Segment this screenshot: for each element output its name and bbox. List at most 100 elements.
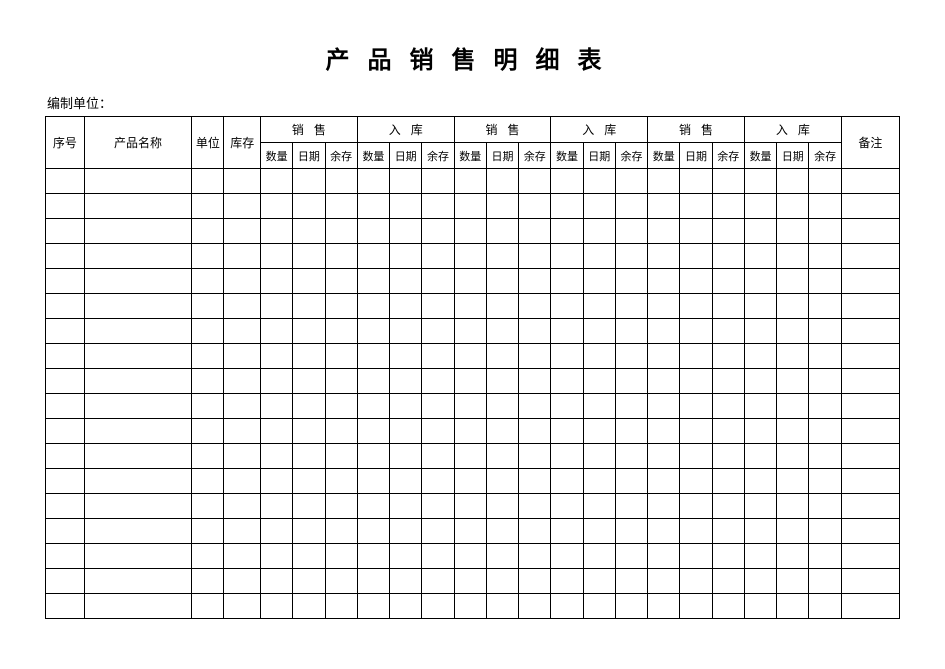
table-cell bbox=[357, 219, 389, 244]
table-cell bbox=[551, 294, 583, 319]
table-cell bbox=[325, 419, 357, 444]
table-cell bbox=[712, 544, 744, 569]
col-remain: 余存 bbox=[712, 143, 744, 169]
table-cell bbox=[777, 394, 809, 419]
table-cell bbox=[680, 569, 712, 594]
col-product-name: 产品名称 bbox=[84, 117, 192, 169]
table-cell bbox=[648, 594, 680, 619]
table-cell bbox=[809, 169, 841, 194]
table-cell bbox=[615, 294, 647, 319]
col-group-inbound-3: 入库 bbox=[744, 117, 841, 143]
table-cell bbox=[454, 494, 486, 519]
table-cell bbox=[192, 419, 224, 444]
table-cell bbox=[325, 494, 357, 519]
table-cell bbox=[46, 169, 85, 194]
table-cell bbox=[841, 194, 899, 219]
table-cell bbox=[841, 544, 899, 569]
table-cell bbox=[744, 194, 776, 219]
table-cell bbox=[46, 369, 85, 394]
table-cell bbox=[551, 219, 583, 244]
table-cell bbox=[84, 494, 192, 519]
table-cell bbox=[357, 244, 389, 269]
table-cell bbox=[224, 594, 261, 619]
table-cell bbox=[680, 394, 712, 419]
table-row bbox=[46, 519, 900, 544]
table-cell bbox=[390, 394, 422, 419]
table-cell bbox=[486, 544, 518, 569]
table-cell bbox=[261, 519, 293, 544]
table-cell bbox=[712, 394, 744, 419]
table-cell bbox=[84, 344, 192, 369]
table-cell bbox=[325, 344, 357, 369]
table-cell bbox=[551, 444, 583, 469]
table-cell bbox=[841, 594, 899, 619]
table-cell bbox=[680, 194, 712, 219]
table-cell bbox=[325, 394, 357, 419]
table-cell bbox=[390, 269, 422, 294]
table-cell bbox=[454, 594, 486, 619]
table-cell bbox=[293, 469, 325, 494]
table-cell bbox=[744, 244, 776, 269]
table-cell bbox=[390, 194, 422, 219]
table-cell bbox=[390, 294, 422, 319]
table-cell bbox=[293, 519, 325, 544]
table-cell bbox=[809, 294, 841, 319]
table-cell bbox=[583, 194, 615, 219]
col-group-sale-1: 销售 bbox=[261, 117, 358, 143]
table-cell bbox=[486, 394, 518, 419]
table-cell bbox=[486, 169, 518, 194]
table-cell bbox=[325, 169, 357, 194]
table-cell bbox=[648, 419, 680, 444]
table-cell bbox=[357, 469, 389, 494]
table-cell bbox=[583, 444, 615, 469]
table-cell bbox=[224, 219, 261, 244]
table-cell bbox=[551, 369, 583, 394]
table-cell bbox=[583, 519, 615, 544]
table-cell bbox=[84, 169, 192, 194]
col-group-inbound-1: 入库 bbox=[357, 117, 454, 143]
table-cell bbox=[192, 219, 224, 244]
table-cell bbox=[325, 369, 357, 394]
table-cell bbox=[293, 294, 325, 319]
table-cell bbox=[809, 219, 841, 244]
table-cell bbox=[46, 344, 85, 369]
table-row bbox=[46, 219, 900, 244]
table-cell bbox=[454, 394, 486, 419]
table-cell bbox=[551, 419, 583, 444]
table-cell bbox=[422, 444, 454, 469]
col-date: 日期 bbox=[486, 143, 518, 169]
table-cell bbox=[261, 469, 293, 494]
table-cell bbox=[46, 544, 85, 569]
table-cell bbox=[551, 569, 583, 594]
table-cell bbox=[744, 394, 776, 419]
table-cell bbox=[454, 344, 486, 369]
table-cell bbox=[648, 169, 680, 194]
table-row bbox=[46, 244, 900, 269]
table-cell bbox=[648, 569, 680, 594]
table-cell bbox=[615, 569, 647, 594]
table-cell bbox=[84, 569, 192, 594]
table-cell bbox=[551, 394, 583, 419]
table-row bbox=[46, 344, 900, 369]
table-cell bbox=[293, 269, 325, 294]
col-date: 日期 bbox=[680, 143, 712, 169]
table-cell bbox=[648, 219, 680, 244]
table-cell bbox=[809, 344, 841, 369]
table-row bbox=[46, 294, 900, 319]
table-cell bbox=[680, 294, 712, 319]
table-row bbox=[46, 369, 900, 394]
table-cell bbox=[712, 369, 744, 394]
table-cell bbox=[583, 269, 615, 294]
table-cell bbox=[519, 244, 551, 269]
table-cell bbox=[192, 169, 224, 194]
table-cell bbox=[192, 319, 224, 344]
table-cell bbox=[422, 369, 454, 394]
table-cell bbox=[84, 469, 192, 494]
table-cell bbox=[224, 244, 261, 269]
table-cell bbox=[422, 419, 454, 444]
table-cell bbox=[261, 394, 293, 419]
table-cell bbox=[46, 419, 85, 444]
table-cell bbox=[261, 194, 293, 219]
table-cell bbox=[486, 519, 518, 544]
table-cell bbox=[454, 294, 486, 319]
